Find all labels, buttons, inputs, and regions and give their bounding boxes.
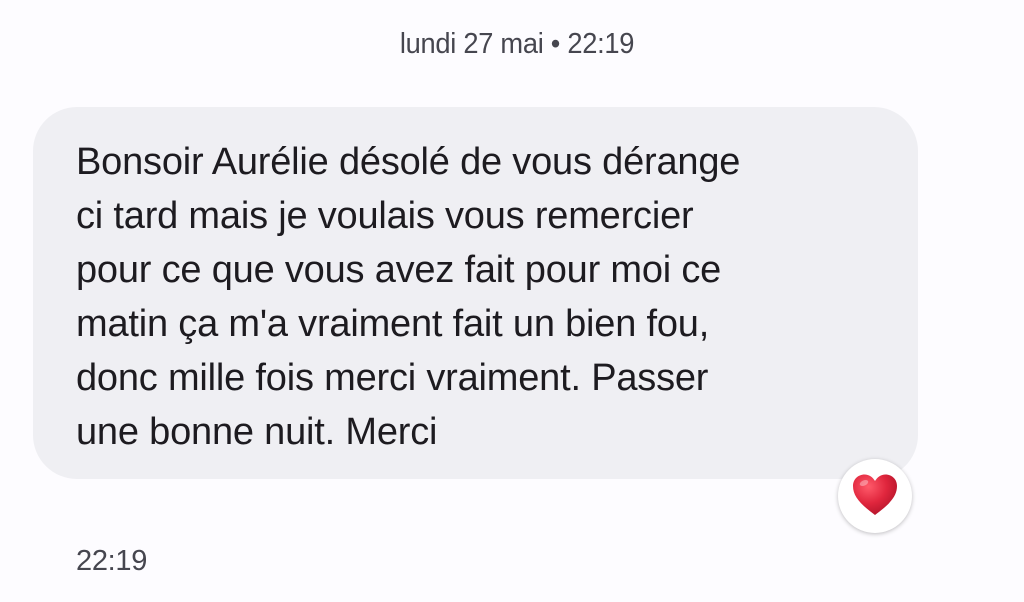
message-line: donc mille fois merci vraiment. Passer: [76, 357, 709, 399]
message-line: ci tard mais je voulais vous remercier: [76, 195, 694, 237]
message-line: matin ça m'a vraiment fait un bien fou,: [76, 303, 710, 345]
message-line: Bonsoir Aurélie désolé de vous dérange: [76, 141, 741, 183]
message-line: une bonne nuit. Merci: [76, 411, 438, 453]
message-line: pour ce que vous avez fait pour moi ce: [76, 249, 722, 291]
message-timestamp: 22:19: [76, 545, 148, 577]
heart-reaction[interactable]: [838, 459, 912, 533]
date-header: lundi 27 mai • 22:19: [399, 28, 635, 60]
red-heart-icon: [853, 474, 897, 515]
